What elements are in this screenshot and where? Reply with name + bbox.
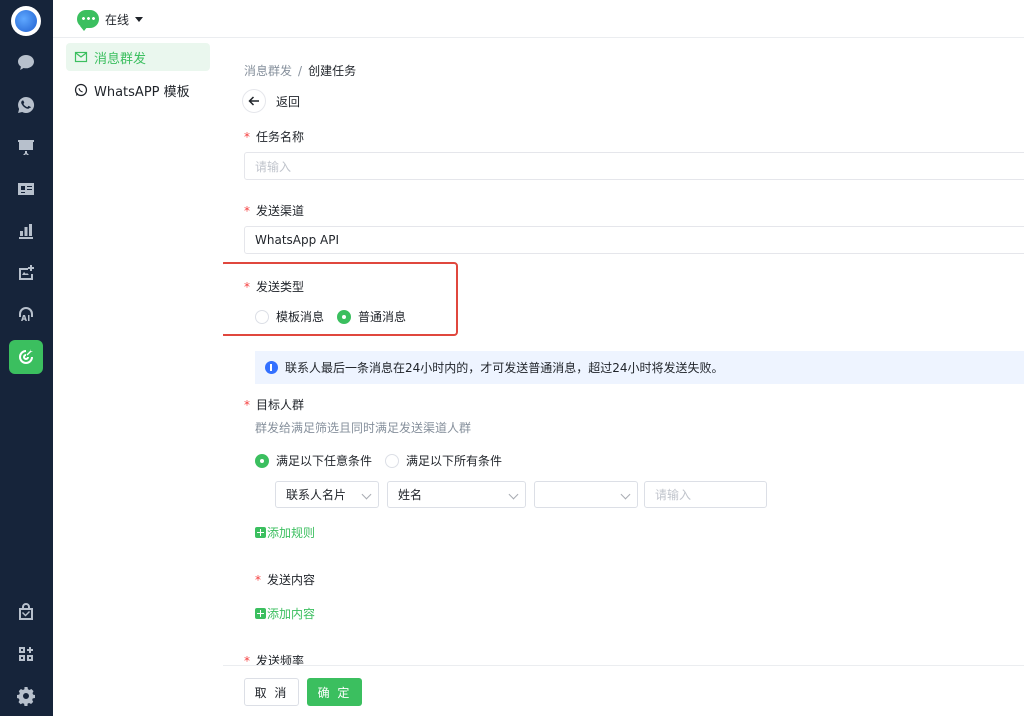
broadcast-target-icon[interactable]: [9, 340, 43, 374]
cancel-button[interactable]: 取 消: [244, 678, 299, 706]
radio-match-any[interactable]: 满足以下任意条件: [255, 452, 372, 469]
whatsapp-outline-icon: [74, 83, 88, 97]
info-text: 联系人最后一条消息在24小时内的，才可发送普通消息，超过24小时将发送失败。: [285, 361, 724, 375]
top-bar: 在线: [53, 0, 1024, 38]
chat-icon[interactable]: [12, 49, 40, 77]
info-icon: [265, 361, 278, 374]
task-name-input[interactable]: 请输入: [244, 152, 1024, 180]
bar-chart-icon[interactable]: [12, 217, 40, 245]
whatsapp-icon[interactable]: [12, 91, 40, 119]
channel-select[interactable]: WhatsApp API: [244, 226, 1024, 254]
back-label: 返回: [276, 94, 301, 109]
sidebar-item-whatsapp-templates[interactable]: WhatsAPP 模板: [66, 76, 210, 104]
radio-circle-selected: [337, 309, 351, 324]
chevron-down-icon: [508, 489, 519, 500]
breadcrumb-separator: /: [298, 64, 303, 78]
channel-label: * 发送渠道: [244, 204, 305, 218]
sidebar-item-label: 消息群发: [94, 51, 147, 67]
chat-bubble-icon: [77, 10, 99, 31]
target-audience-hint: 群发给满足筛选且同时满足发送渠道人群: [255, 421, 472, 435]
main-content: 消息群发 / 创建任务 返回 * 任务名称 请输入 * 发送渠道 WhatsApp AP…: [223, 38, 1024, 716]
contact-card-icon[interactable]: [12, 175, 40, 203]
radio-circle: [255, 309, 269, 324]
rule-field-select[interactable]: 姓名: [387, 481, 526, 508]
caret-down-icon: [135, 16, 144, 22]
back-button[interactable]: 返回: [242, 89, 300, 113]
task-name-label: * 任务名称: [244, 130, 305, 144]
content-label: * 发送内容: [255, 573, 316, 587]
chevron-down-icon: [620, 489, 631, 500]
arrow-left-icon: [242, 89, 266, 113]
shopping-bag-icon[interactable]: [12, 598, 40, 626]
plus-square-icon: [255, 608, 266, 619]
ai-assistant-icon[interactable]: [12, 301, 40, 329]
breadcrumb-current: 创建任务: [308, 64, 357, 78]
form-footer: 取 消 确 定: [223, 665, 1024, 716]
status-label: 在线: [105, 12, 130, 27]
settings-gear-icon[interactable]: [12, 682, 40, 710]
target-audience-label: * 目标人群: [244, 398, 305, 412]
rule-operator-select[interactable]: [534, 481, 638, 508]
sidebar: 消息群发 WhatsAPP 模板: [53, 38, 223, 716]
breadcrumb: 消息群发 / 创建任务: [244, 62, 356, 79]
sidebar-item-label: WhatsAPP 模板: [94, 84, 190, 100]
presentation-icon[interactable]: [12, 133, 40, 161]
radio-normal-message[interactable]: 普通消息: [337, 308, 406, 325]
add-media-icon[interactable]: [12, 259, 40, 287]
left-rail: [0, 0, 53, 716]
online-status-dropdown[interactable]: 在线: [77, 8, 144, 31]
info-alert: 联系人最后一条消息在24小时内的，才可发送普通消息，超过24小时将发送失败。: [255, 351, 1024, 384]
sidebar-item-broadcast[interactable]: 消息群发: [66, 43, 210, 71]
plus-square-icon: [255, 527, 266, 538]
apps-grid-icon[interactable]: [12, 640, 40, 668]
add-content-button[interactable]: 添加内容: [255, 605, 315, 622]
rule-field-group-select[interactable]: 联系人名片: [275, 481, 379, 508]
mail-icon: [74, 51, 88, 63]
breadcrumb-parent[interactable]: 消息群发: [244, 64, 292, 78]
confirm-button[interactable]: 确 定: [307, 678, 362, 706]
rule-value-input[interactable]: 请输入: [644, 481, 767, 508]
app-logo[interactable]: [11, 6, 41, 36]
add-rule-button[interactable]: 添加规则: [255, 524, 315, 541]
radio-circle: [385, 453, 399, 468]
radio-circle-selected: [255, 453, 269, 468]
send-type-label: * 发送类型: [244, 280, 305, 294]
radio-match-all[interactable]: 满足以下所有条件: [385, 452, 502, 469]
radio-template-message[interactable]: 模板消息: [255, 308, 324, 325]
chevron-down-icon: [361, 489, 372, 500]
